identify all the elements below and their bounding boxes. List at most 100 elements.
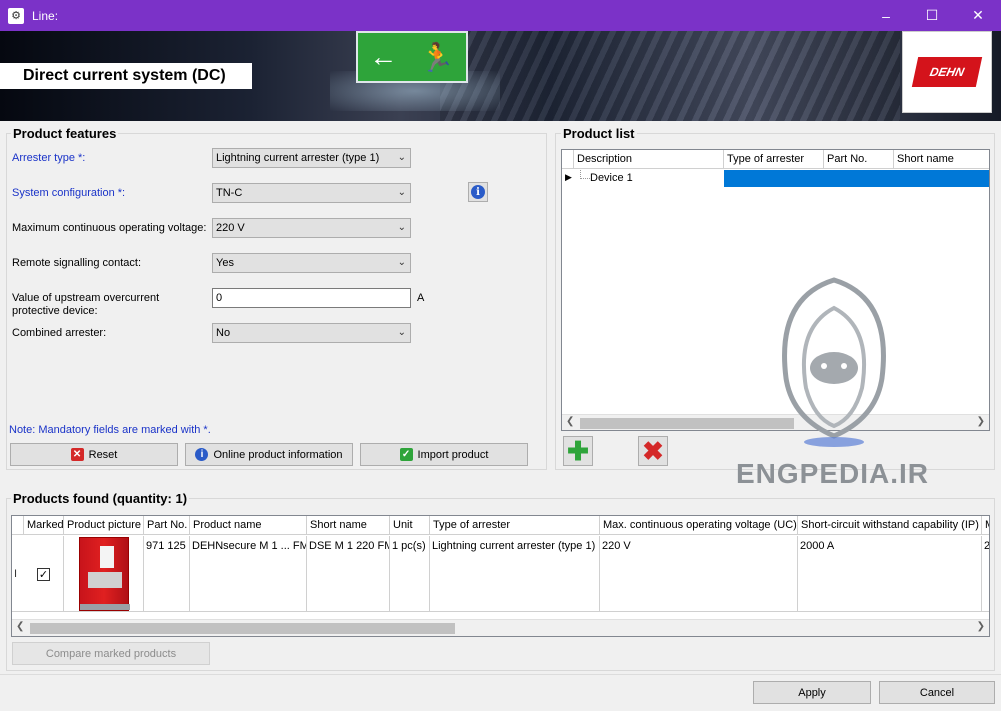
product-list-grid[interactable]: Description Type of arrester Part No. Sh… (561, 149, 990, 431)
upstream-value-label-line2: protective device: (12, 305, 98, 317)
column-header-type-of-arrester[interactable]: Type of arrester (430, 516, 600, 535)
scroll-right-icon[interactable]: ❯ (977, 416, 985, 427)
marked-cell[interactable]: ✓ (24, 536, 64, 612)
scrollbar-thumb[interactable] (30, 623, 455, 634)
column-header-short-name[interactable]: Short name (894, 150, 989, 169)
info-icon: i (471, 185, 485, 199)
table-row[interactable]: ▶ Device 1 (562, 170, 989, 187)
chevron-down-icon: ⌄ (397, 187, 406, 198)
upstream-value-input[interactable] (212, 288, 411, 308)
marked-checkbox[interactable]: ✓ (37, 567, 50, 581)
reset-button[interactable]: ✕ Reset (10, 443, 178, 466)
combined-arrester-label: Combined arrester: (12, 327, 107, 339)
scroll-left-icon[interactable]: ❮ (566, 416, 574, 427)
title-bar: ⚙ Line: – ☐ ✕ (0, 0, 1001, 31)
online-product-info-button[interactable]: i Online product information (185, 443, 353, 466)
cancel-button-label: Cancel (919, 686, 955, 699)
part-no-cell: 971 125 (144, 536, 190, 612)
arrester-type-select[interactable]: Lightning current arrester (type 1) ⌄ (212, 148, 411, 168)
products-horizontal-scrollbar[interactable]: ❮ ❯ (12, 619, 989, 636)
scrollbar-thumb[interactable] (580, 418, 794, 429)
mandatory-note: Note: Mandatory fields are marked with *… (9, 424, 211, 436)
remote-signalling-value: Yes (216, 257, 234, 269)
chevron-down-icon: ⌄ (397, 327, 406, 338)
arrester-type-label: Arrester type *: (12, 152, 86, 164)
product-list-title: Product list (561, 126, 637, 141)
upstream-value-unit: A (417, 292, 425, 304)
combined-arrester-select[interactable]: No ⌄ (212, 323, 411, 343)
combined-arrester-value: No (216, 327, 231, 339)
banner-background (440, 31, 900, 121)
scroll-right-icon[interactable]: ❯ (977, 621, 985, 632)
column-header-description[interactable]: Description (574, 150, 724, 169)
selected-row-highlight (724, 170, 989, 187)
apply-button[interactable]: Apply (753, 681, 871, 704)
window-title: Line: (32, 8, 59, 23)
remote-signalling-select[interactable]: Yes ⌄ (212, 253, 411, 273)
row-pointer-icon: ▶ (565, 172, 572, 182)
dehn-logo: DEHN (902, 31, 992, 113)
column-header-short-name[interactable]: Short name (307, 516, 390, 535)
column-header-product-picture[interactable]: Product picture (64, 516, 144, 535)
max-voltage-select[interactable]: 220 V ⌄ (212, 218, 411, 238)
compare-marked-products-button[interactable]: Compare marked products (12, 642, 210, 665)
max-voltage-value: 220 V (216, 222, 245, 234)
delete-button[interactable]: ✖ (638, 436, 668, 466)
remote-signalling-label: Remote signalling contact: (12, 257, 142, 269)
reset-button-label: Reset (88, 448, 118, 461)
text-cursor-icon: I (14, 568, 18, 580)
compare-button-label: Compare marked products (45, 647, 177, 660)
table-row[interactable]: I ✓ 971 125 DEHNsecure M 1 ... FM DSE M … (12, 536, 989, 612)
plus-icon: ✚ (567, 435, 589, 466)
products-found-title: Products found (quantity: 1) (11, 491, 190, 506)
close-button[interactable]: ✕ (955, 0, 1001, 31)
product-list-row-header-corner (562, 150, 574, 169)
info-button[interactable]: i (468, 182, 488, 202)
column-header-type-of-arrester[interactable]: Type of arrester (724, 150, 824, 169)
chevron-down-icon: ⌄ (397, 257, 406, 268)
cancel-button[interactable]: Cancel (879, 681, 995, 704)
system-configuration-value: TN-C (216, 187, 243, 199)
system-configuration-label: System configuration *: (12, 187, 126, 199)
column-header-max-voltage[interactable]: Max. continuous operating voltage (UC) (600, 516, 798, 535)
column-header-part-no[interactable]: Part No. (144, 516, 190, 535)
column-header-short-circuit[interactable]: Short-circuit withstand capability (IP) (798, 516, 982, 535)
arrester-type-value: Lightning current arrester (type 1) (216, 152, 380, 164)
chevron-down-icon: ⌄ (397, 152, 406, 163)
exit-sign-icon: ← 🏃 (356, 31, 468, 83)
footer-divider (0, 674, 1001, 675)
reset-icon: ✕ (70, 448, 84, 461)
type-of-arrester-cell: Lightning current arrester (type 1) (430, 536, 600, 612)
unit-cell: 1 pc(s) (390, 536, 430, 612)
product-name-cell: DEHNsecure M 1 ... FM (190, 536, 307, 612)
max-voltage-label: Maximum continuous operating voltage: (12, 222, 207, 234)
dehn-logo-text: DEHN (911, 57, 983, 87)
column-header-part-no[interactable]: Part No. (824, 150, 894, 169)
checkmark-icon: ✓ (399, 448, 413, 461)
column-header-marked[interactable]: Marked (24, 516, 64, 535)
delete-x-icon: ✖ (642, 435, 664, 466)
device-description: Device 1 (590, 172, 633, 184)
products-found-grid[interactable]: Marked Product picture Part No. Product … (11, 515, 990, 637)
maximize-button[interactable]: ☐ (909, 0, 955, 31)
online-product-info-label: Online product information (213, 448, 343, 461)
scroll-left-icon[interactable]: ❮ (16, 621, 24, 632)
apply-button-label: Apply (798, 686, 826, 699)
product-features-title: Product features (11, 126, 119, 141)
add-button[interactable]: ✚ (563, 436, 593, 466)
info-icon: i (195, 448, 209, 461)
column-header-unit[interactable]: Unit (390, 516, 430, 535)
banner-title: Direct current system (DC) (0, 63, 252, 89)
upstream-value-label-line1: Value of upstream overcurrent (12, 292, 160, 304)
column-header-product-name[interactable]: Product name (190, 516, 307, 535)
app-icon: ⚙ (8, 7, 24, 24)
import-product-button[interactable]: ✓ Import product (360, 443, 528, 466)
column-header-extra[interactable]: M (982, 516, 989, 535)
system-configuration-select[interactable]: TN-C ⌄ (212, 183, 411, 203)
tree-connector (580, 170, 590, 179)
minimize-button[interactable]: – (863, 0, 909, 31)
banner: ← 🏃 Direct current system (DC) DEHN (0, 31, 1001, 121)
chevron-down-icon: ⌄ (397, 222, 406, 233)
product-list-horizontal-scrollbar[interactable]: ❮ ❯ (562, 414, 989, 430)
short-circuit-cell: 2000 A (798, 536, 982, 612)
